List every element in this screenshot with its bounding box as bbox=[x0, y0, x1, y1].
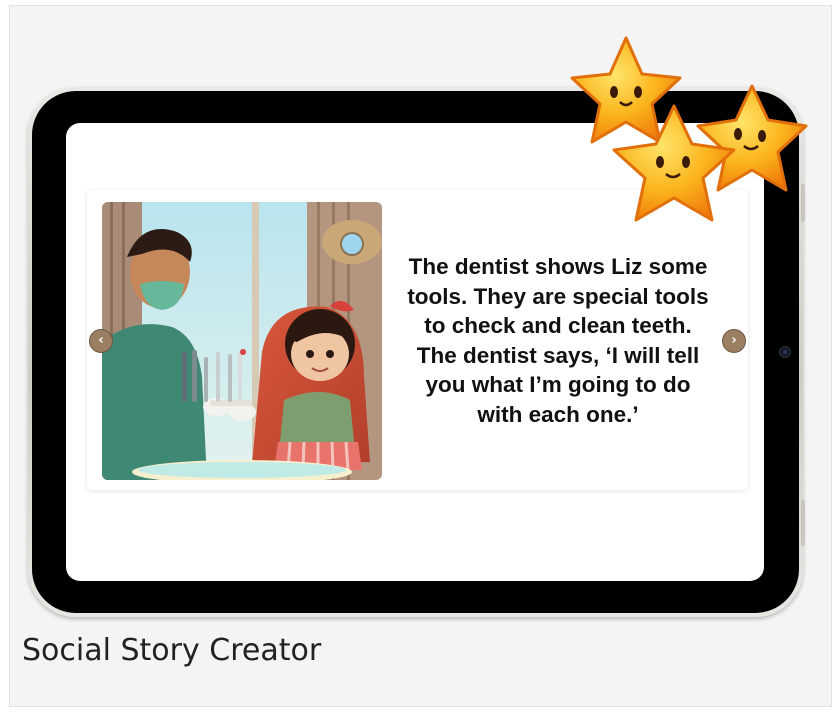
chevron-right-icon: › bbox=[731, 333, 737, 348]
chevron-left-icon: ‹ bbox=[98, 333, 104, 348]
previous-page-button[interactable]: ‹ bbox=[89, 329, 113, 353]
next-page-button[interactable]: › bbox=[722, 329, 746, 353]
story-text: The dentist shows Liz some tools. They a… bbox=[407, 254, 709, 427]
decorative-stars bbox=[556, 34, 812, 234]
star-icon bbox=[696, 84, 808, 192]
story-illustration bbox=[102, 202, 382, 480]
tablet-power-button bbox=[801, 500, 805, 546]
tablet-camera bbox=[779, 346, 791, 358]
product-title: Social Story Creator bbox=[22, 633, 322, 668]
